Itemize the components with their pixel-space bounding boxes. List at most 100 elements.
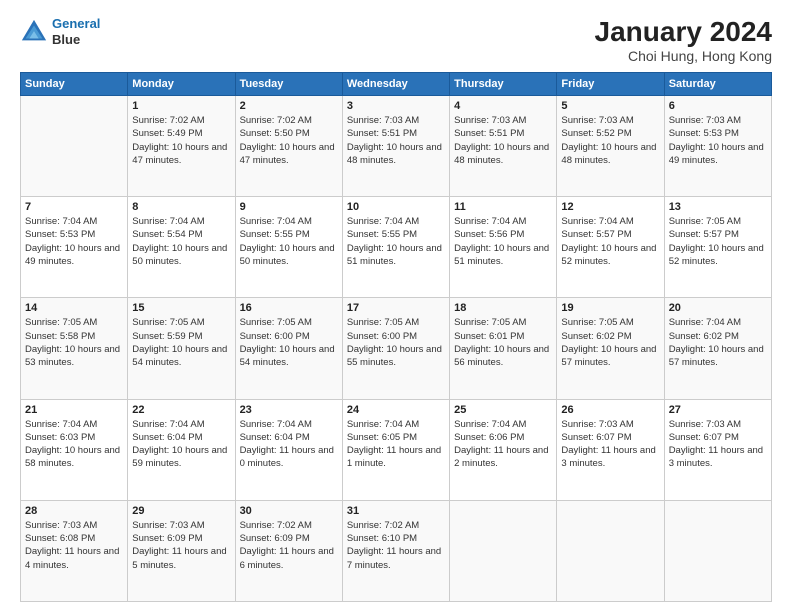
table-row: 30 Sunrise: 7:02 AM Sunset: 6:09 PM Dayl… <box>235 500 342 601</box>
day-info: Sunrise: 7:02 AM Sunset: 6:09 PM Dayligh… <box>240 519 338 572</box>
table-row: 3 Sunrise: 7:03 AM Sunset: 5:51 PM Dayli… <box>342 96 449 197</box>
daylight-text: Daylight: 10 hours and 48 minutes. <box>561 141 659 168</box>
day-number: 14 <box>25 302 123 314</box>
calendar-body: 1 Sunrise: 7:02 AM Sunset: 5:49 PM Dayli… <box>21 96 772 602</box>
day-number: 22 <box>132 404 230 416</box>
sunset-text: Sunset: 5:58 PM <box>25 330 123 343</box>
day-number: 21 <box>25 404 123 416</box>
sunset-text: Sunset: 5:49 PM <box>132 127 230 140</box>
day-info: Sunrise: 7:05 AM Sunset: 6:02 PM Dayligh… <box>561 316 659 369</box>
sunrise-text: Sunrise: 7:04 AM <box>132 215 230 228</box>
day-info: Sunrise: 7:04 AM Sunset: 5:55 PM Dayligh… <box>347 215 445 268</box>
sunrise-text: Sunrise: 7:05 AM <box>132 316 230 329</box>
daylight-text: Daylight: 11 hours and 3 minutes. <box>561 444 659 471</box>
sunset-text: Sunset: 6:08 PM <box>25 532 123 545</box>
day-number: 19 <box>561 302 659 314</box>
logo-text: General Blue <box>52 16 100 47</box>
table-row: 29 Sunrise: 7:03 AM Sunset: 6:09 PM Dayl… <box>128 500 235 601</box>
day-info: Sunrise: 7:03 AM Sunset: 5:52 PM Dayligh… <box>561 114 659 167</box>
col-saturday: Saturday <box>664 73 771 96</box>
table-row: 11 Sunrise: 7:04 AM Sunset: 5:56 PM Dayl… <box>450 197 557 298</box>
col-sunday: Sunday <box>21 73 128 96</box>
day-info: Sunrise: 7:05 AM Sunset: 6:00 PM Dayligh… <box>347 316 445 369</box>
sunrise-text: Sunrise: 7:02 AM <box>132 114 230 127</box>
sunset-text: Sunset: 6:05 PM <box>347 431 445 444</box>
sunrise-text: Sunrise: 7:05 AM <box>240 316 338 329</box>
table-row: 26 Sunrise: 7:03 AM Sunset: 6:07 PM Dayl… <box>557 399 664 500</box>
day-info: Sunrise: 7:04 AM Sunset: 5:55 PM Dayligh… <box>240 215 338 268</box>
day-number: 31 <box>347 505 445 517</box>
sunset-text: Sunset: 6:02 PM <box>561 330 659 343</box>
daylight-text: Daylight: 10 hours and 51 minutes. <box>347 242 445 269</box>
day-number: 9 <box>240 201 338 213</box>
day-number: 3 <box>347 100 445 112</box>
sunrise-text: Sunrise: 7:05 AM <box>669 215 767 228</box>
sunrise-text: Sunrise: 7:04 AM <box>132 418 230 431</box>
sunset-text: Sunset: 5:59 PM <box>132 330 230 343</box>
day-number: 16 <box>240 302 338 314</box>
table-row: 24 Sunrise: 7:04 AM Sunset: 6:05 PM Dayl… <box>342 399 449 500</box>
day-number: 12 <box>561 201 659 213</box>
sunset-text: Sunset: 5:51 PM <box>454 127 552 140</box>
day-number: 5 <box>561 100 659 112</box>
day-number: 29 <box>132 505 230 517</box>
daylight-text: Daylight: 11 hours and 1 minute. <box>347 444 445 471</box>
sunset-text: Sunset: 6:03 PM <box>25 431 123 444</box>
day-number: 17 <box>347 302 445 314</box>
header: General Blue January 2024 Choi Hung, Hon… <box>20 16 772 64</box>
daylight-text: Daylight: 10 hours and 52 minutes. <box>669 242 767 269</box>
sunset-text: Sunset: 6:01 PM <box>454 330 552 343</box>
day-info: Sunrise: 7:03 AM Sunset: 6:09 PM Dayligh… <box>132 519 230 572</box>
day-number: 11 <box>454 201 552 213</box>
calendar-week-0: 1 Sunrise: 7:02 AM Sunset: 5:49 PM Dayli… <box>21 96 772 197</box>
table-row: 6 Sunrise: 7:03 AM Sunset: 5:53 PM Dayli… <box>664 96 771 197</box>
sunset-text: Sunset: 5:55 PM <box>240 228 338 241</box>
sunset-text: Sunset: 6:10 PM <box>347 532 445 545</box>
calendar-table: Sunday Monday Tuesday Wednesday Thursday… <box>20 72 772 602</box>
table-row: 9 Sunrise: 7:04 AM Sunset: 5:55 PM Dayli… <box>235 197 342 298</box>
day-number: 28 <box>25 505 123 517</box>
col-friday: Friday <box>557 73 664 96</box>
table-row: 8 Sunrise: 7:04 AM Sunset: 5:54 PM Dayli… <box>128 197 235 298</box>
daylight-text: Daylight: 10 hours and 54 minutes. <box>240 343 338 370</box>
sunset-text: Sunset: 5:54 PM <box>132 228 230 241</box>
col-tuesday: Tuesday <box>235 73 342 96</box>
table-row: 25 Sunrise: 7:04 AM Sunset: 6:06 PM Dayl… <box>450 399 557 500</box>
daylight-text: Daylight: 11 hours and 5 minutes. <box>132 545 230 572</box>
daylight-text: Daylight: 10 hours and 56 minutes. <box>454 343 552 370</box>
sunrise-text: Sunrise: 7:02 AM <box>240 519 338 532</box>
sunset-text: Sunset: 6:04 PM <box>132 431 230 444</box>
logo-icon <box>20 18 48 46</box>
calendar-title: January 2024 <box>595 16 772 48</box>
sunrise-text: Sunrise: 7:03 AM <box>561 418 659 431</box>
daylight-text: Daylight: 11 hours and 4 minutes. <box>25 545 123 572</box>
daylight-text: Daylight: 10 hours and 50 minutes. <box>240 242 338 269</box>
table-row: 16 Sunrise: 7:05 AM Sunset: 6:00 PM Dayl… <box>235 298 342 399</box>
sunrise-text: Sunrise: 7:05 AM <box>25 316 123 329</box>
sunrise-text: Sunrise: 7:04 AM <box>25 215 123 228</box>
table-row: 13 Sunrise: 7:05 AM Sunset: 5:57 PM Dayl… <box>664 197 771 298</box>
sunrise-text: Sunrise: 7:04 AM <box>347 418 445 431</box>
day-number: 4 <box>454 100 552 112</box>
daylight-text: Daylight: 11 hours and 6 minutes. <box>240 545 338 572</box>
table-row: 1 Sunrise: 7:02 AM Sunset: 5:49 PM Dayli… <box>128 96 235 197</box>
day-number: 7 <box>25 201 123 213</box>
day-info: Sunrise: 7:02 AM Sunset: 5:50 PM Dayligh… <box>240 114 338 167</box>
table-row: 10 Sunrise: 7:04 AM Sunset: 5:55 PM Dayl… <box>342 197 449 298</box>
day-number: 15 <box>132 302 230 314</box>
daylight-text: Daylight: 10 hours and 48 minutes. <box>454 141 552 168</box>
table-row <box>21 96 128 197</box>
sunrise-text: Sunrise: 7:02 AM <box>347 519 445 532</box>
day-info: Sunrise: 7:03 AM Sunset: 6:07 PM Dayligh… <box>561 418 659 471</box>
sunset-text: Sunset: 5:57 PM <box>669 228 767 241</box>
table-row: 20 Sunrise: 7:04 AM Sunset: 6:02 PM Dayl… <box>664 298 771 399</box>
sunrise-text: Sunrise: 7:04 AM <box>454 418 552 431</box>
calendar-week-3: 21 Sunrise: 7:04 AM Sunset: 6:03 PM Dayl… <box>21 399 772 500</box>
day-info: Sunrise: 7:04 AM Sunset: 6:04 PM Dayligh… <box>240 418 338 471</box>
daylight-text: Daylight: 10 hours and 57 minutes. <box>561 343 659 370</box>
day-number: 27 <box>669 404 767 416</box>
table-row: 5 Sunrise: 7:03 AM Sunset: 5:52 PM Dayli… <box>557 96 664 197</box>
sunrise-text: Sunrise: 7:03 AM <box>561 114 659 127</box>
daylight-text: Daylight: 10 hours and 52 minutes. <box>561 242 659 269</box>
sunset-text: Sunset: 5:52 PM <box>561 127 659 140</box>
